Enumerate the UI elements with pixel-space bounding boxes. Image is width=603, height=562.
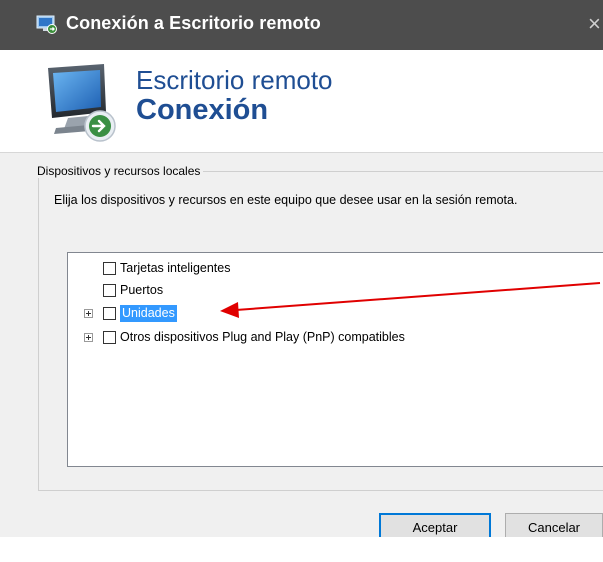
window-bottom-edge: [0, 537, 603, 562]
checkbox[interactable]: [103, 262, 116, 275]
remote-desktop-monitor-icon: [48, 64, 116, 142]
remote-desktop-dialog: Conexión a Escritorio remoto × Escritori…: [0, 0, 603, 562]
remote-desktop-icon: [36, 15, 57, 34]
window-title: Conexión a Escritorio remoto: [66, 13, 321, 33]
checkbox[interactable]: [103, 307, 116, 320]
tree-item-label: Tarjetas inteligentes: [120, 261, 231, 275]
group-label: Dispositivos y recursos locales: [34, 164, 204, 178]
title-bar[interactable]: Conexión a Escritorio remoto ×: [0, 0, 603, 50]
tree-item-label: Otros dispositivos Plug and Play (PnP) c…: [120, 330, 405, 344]
header-title-line1: Escritorio remoto: [136, 65, 333, 95]
header-title-line2: Conexión: [136, 94, 269, 126]
group-description: Elija los dispositivos y recursos en est…: [54, 193, 518, 207]
tree-item-label: Puertos: [120, 283, 164, 297]
tree-item-label: Unidades: [120, 305, 177, 322]
header-divider: [0, 152, 603, 153]
checkbox[interactable]: [103, 331, 116, 344]
expand-icon[interactable]: [84, 309, 93, 318]
checkbox[interactable]: [103, 284, 116, 297]
dialog-header: Escritorio remoto Conexión: [0, 50, 603, 153]
expand-icon[interactable]: [84, 333, 93, 342]
devices-tree[interactable]: Tarjetas inteligentes Puertos Unidades O…: [67, 252, 603, 467]
close-icon[interactable]: ×: [588, 11, 601, 37]
